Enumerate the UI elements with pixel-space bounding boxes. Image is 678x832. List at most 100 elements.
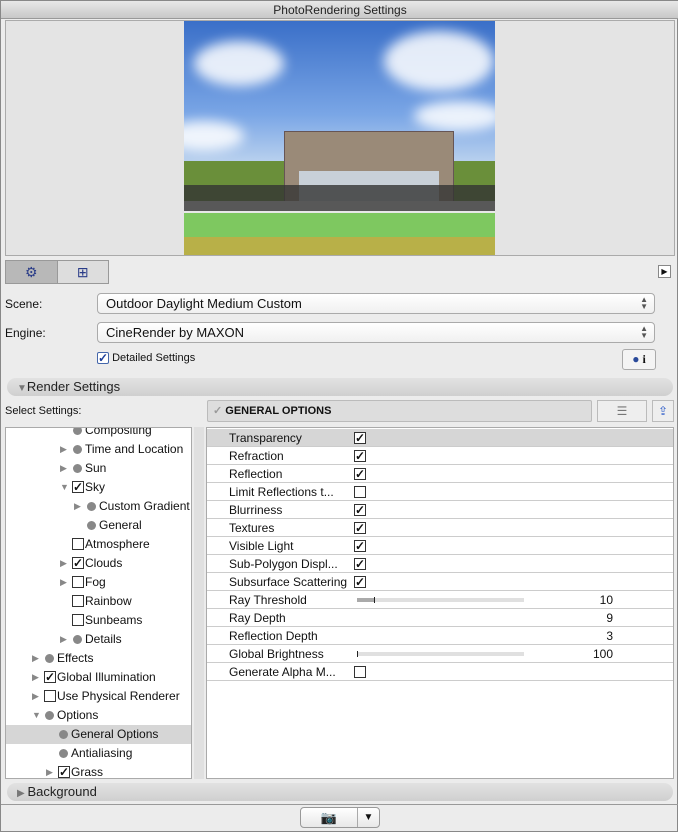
- splitter-handle[interactable]: [194, 427, 204, 779]
- tree-item[interactable]: ▶ Custom Gradient: [6, 497, 191, 516]
- option-row: Blurriness ✓: [207, 501, 673, 519]
- option-row: Visible Light ✓: [207, 537, 673, 555]
- export-button[interactable]: ⇪: [652, 400, 674, 422]
- expand-arrow-icon[interactable]: ▶: [658, 265, 671, 278]
- checkbox-checked[interactable]: ✓: [354, 432, 366, 444]
- option-value[interactable]: 100: [593, 645, 613, 663]
- checkbox-unchecked[interactable]: [72, 538, 84, 550]
- tree-item-label: Custom Gradient: [99, 499, 190, 513]
- detailed-settings-checkbox[interactable]: ✓ Detailed Settings: [97, 351, 195, 366]
- checkbox-checked[interactable]: ✓: [354, 504, 366, 516]
- checkbox-checked[interactable]: ✓: [354, 558, 366, 570]
- size-tab-icon[interactable]: ⊞: [56, 261, 109, 283]
- tree-item[interactable]: General Options: [6, 725, 191, 744]
- checkbox-checked[interactable]: ✓: [354, 576, 366, 588]
- option-value[interactable]: 3: [606, 627, 613, 645]
- checkbox-checked[interactable]: ✓: [354, 468, 366, 480]
- settings-tree[interactable]: Compositing ▶ Time and Location ▶ Sun ▼ ✓ Sky ▶ C…: [5, 427, 192, 779]
- triangle-right-icon[interactable]: ▶: [60, 554, 67, 573]
- triangle-down-icon[interactable]: ▼: [60, 478, 69, 497]
- option-name: Subsurface Scattering: [229, 575, 348, 589]
- option-row: Reflection Depth 3: [207, 627, 673, 645]
- tree-item[interactable]: ▼ Options: [6, 706, 191, 725]
- engine-info-button[interactable]: ● i: [622, 349, 656, 370]
- checkbox-icon: ✓: [97, 351, 109, 366]
- tree-item-label: Compositing: [85, 427, 152, 437]
- render-camera-button[interactable]: 📷: [301, 808, 357, 827]
- option-slider[interactable]: [357, 651, 524, 657]
- current-group-header: ✓ GENERAL OPTIONS: [207, 400, 592, 422]
- export-icon: ⇪: [657, 404, 669, 418]
- render-settings-label: Render Settings: [26, 379, 121, 394]
- tree-item[interactable]: ▶ Effects: [6, 649, 191, 668]
- checkbox-unchecked[interactable]: [354, 486, 366, 498]
- option-value[interactable]: 9: [606, 609, 613, 627]
- slider-knob[interactable]: [373, 597, 375, 603]
- option-row: Ray Threshold 10: [207, 591, 673, 609]
- render-settings-section[interactable]: ▼Render Settings: [7, 378, 673, 396]
- tree-item[interactable]: ▶ Time and Location: [6, 440, 191, 459]
- triangle-right-icon[interactable]: ▶: [74, 497, 81, 516]
- list-view-button[interactable]: ☰: [597, 400, 647, 422]
- triangle-right-icon[interactable]: ▶: [32, 668, 39, 687]
- triangle-right-icon[interactable]: ▶: [60, 630, 67, 649]
- option-name: Visible Light: [229, 539, 294, 553]
- cinema4d-logo-icon: ●: [632, 352, 640, 366]
- tree-item[interactable]: ▶ Details: [6, 630, 191, 649]
- scene-value: Outdoor Daylight Medium Custom: [106, 296, 302, 311]
- triangle-right-icon[interactable]: ▶: [60, 459, 67, 478]
- tree-item[interactable]: ▶ ✓ Clouds: [6, 554, 191, 573]
- triangle-right-icon[interactable]: ▶: [32, 687, 39, 706]
- triangle-right-icon[interactable]: ▶: [60, 573, 67, 592]
- triangle-right-icon[interactable]: ▶: [46, 763, 53, 778]
- tree-item[interactable]: ▶ Fog: [6, 573, 191, 592]
- render-options-dropdown[interactable]: ▼: [357, 808, 379, 827]
- tree-item[interactable]: ▶ Use Physical Renderer: [6, 687, 191, 706]
- checkbox-checked[interactable]: ✓: [354, 540, 366, 552]
- option-slider[interactable]: [357, 597, 524, 603]
- option-name: Limit Reflections t...: [229, 485, 334, 499]
- option-name: Reflection Depth: [229, 629, 318, 643]
- bullet-icon: [87, 502, 96, 511]
- background-section[interactable]: ▶ Background: [7, 783, 673, 801]
- triangle-down-icon[interactable]: ▼: [32, 706, 41, 725]
- checkbox-checked[interactable]: ✓: [354, 522, 366, 534]
- tree-item[interactable]: ▶ ✓ Grass: [6, 763, 191, 778]
- tree-item-label: Sky: [85, 480, 106, 494]
- tree-item-label: Rainbow: [85, 594, 132, 608]
- checkbox-unchecked[interactable]: [72, 576, 84, 588]
- tree-item[interactable]: Sunbeams: [6, 611, 191, 630]
- checkbox-checked[interactable]: ✓: [72, 557, 84, 569]
- checkbox-unchecked[interactable]: [44, 690, 56, 702]
- tree-item[interactable]: ▼ ✓ Sky: [6, 478, 191, 497]
- chevron-updown-icon: ▲ ▼: [640, 324, 648, 340]
- view-tabs: ⚙ ⊞: [5, 260, 109, 284]
- tree-item[interactable]: ▶ Sun: [6, 459, 191, 478]
- checkbox-checked[interactable]: ✓: [72, 481, 84, 493]
- slider-knob[interactable]: [357, 651, 358, 657]
- option-row: Global Brightness 100: [207, 645, 673, 663]
- chevron-down-icon: ▼: [363, 812, 374, 823]
- checkbox-checked[interactable]: ✓: [58, 766, 70, 778]
- engine-select[interactable]: CineRender by MAXON ▲ ▼: [97, 322, 655, 343]
- tree-item[interactable]: Atmosphere: [6, 535, 191, 554]
- settings-tab-gear-icon[interactable]: ⚙: [6, 261, 57, 283]
- tree-item[interactable]: General: [6, 516, 191, 535]
- tree-item[interactable]: ▶ ✓ Global Illumination: [6, 668, 191, 687]
- checkbox-unchecked[interactable]: [354, 666, 366, 678]
- tree-item[interactable]: Antialiasing: [6, 744, 191, 763]
- tree-item-label: Time and Location: [85, 442, 184, 456]
- option-name: Blurriness: [229, 503, 283, 517]
- tree-item[interactable]: Rainbow: [6, 592, 191, 611]
- scene-select[interactable]: Outdoor Daylight Medium Custom ▲ ▼: [97, 293, 655, 314]
- triangle-right-icon[interactable]: ▶: [60, 440, 67, 459]
- checkbox-checked[interactable]: ✓: [354, 450, 366, 462]
- option-value[interactable]: 10: [600, 591, 613, 609]
- option-name: Ray Depth: [229, 611, 286, 625]
- checkbox-checked[interactable]: ✓: [44, 671, 56, 683]
- checkbox-unchecked[interactable]: [72, 595, 84, 607]
- triangle-right-icon[interactable]: ▶: [32, 649, 39, 668]
- render-preview-image: [184, 21, 495, 255]
- tree-item[interactable]: Compositing: [6, 427, 191, 440]
- checkbox-unchecked[interactable]: [72, 614, 84, 626]
